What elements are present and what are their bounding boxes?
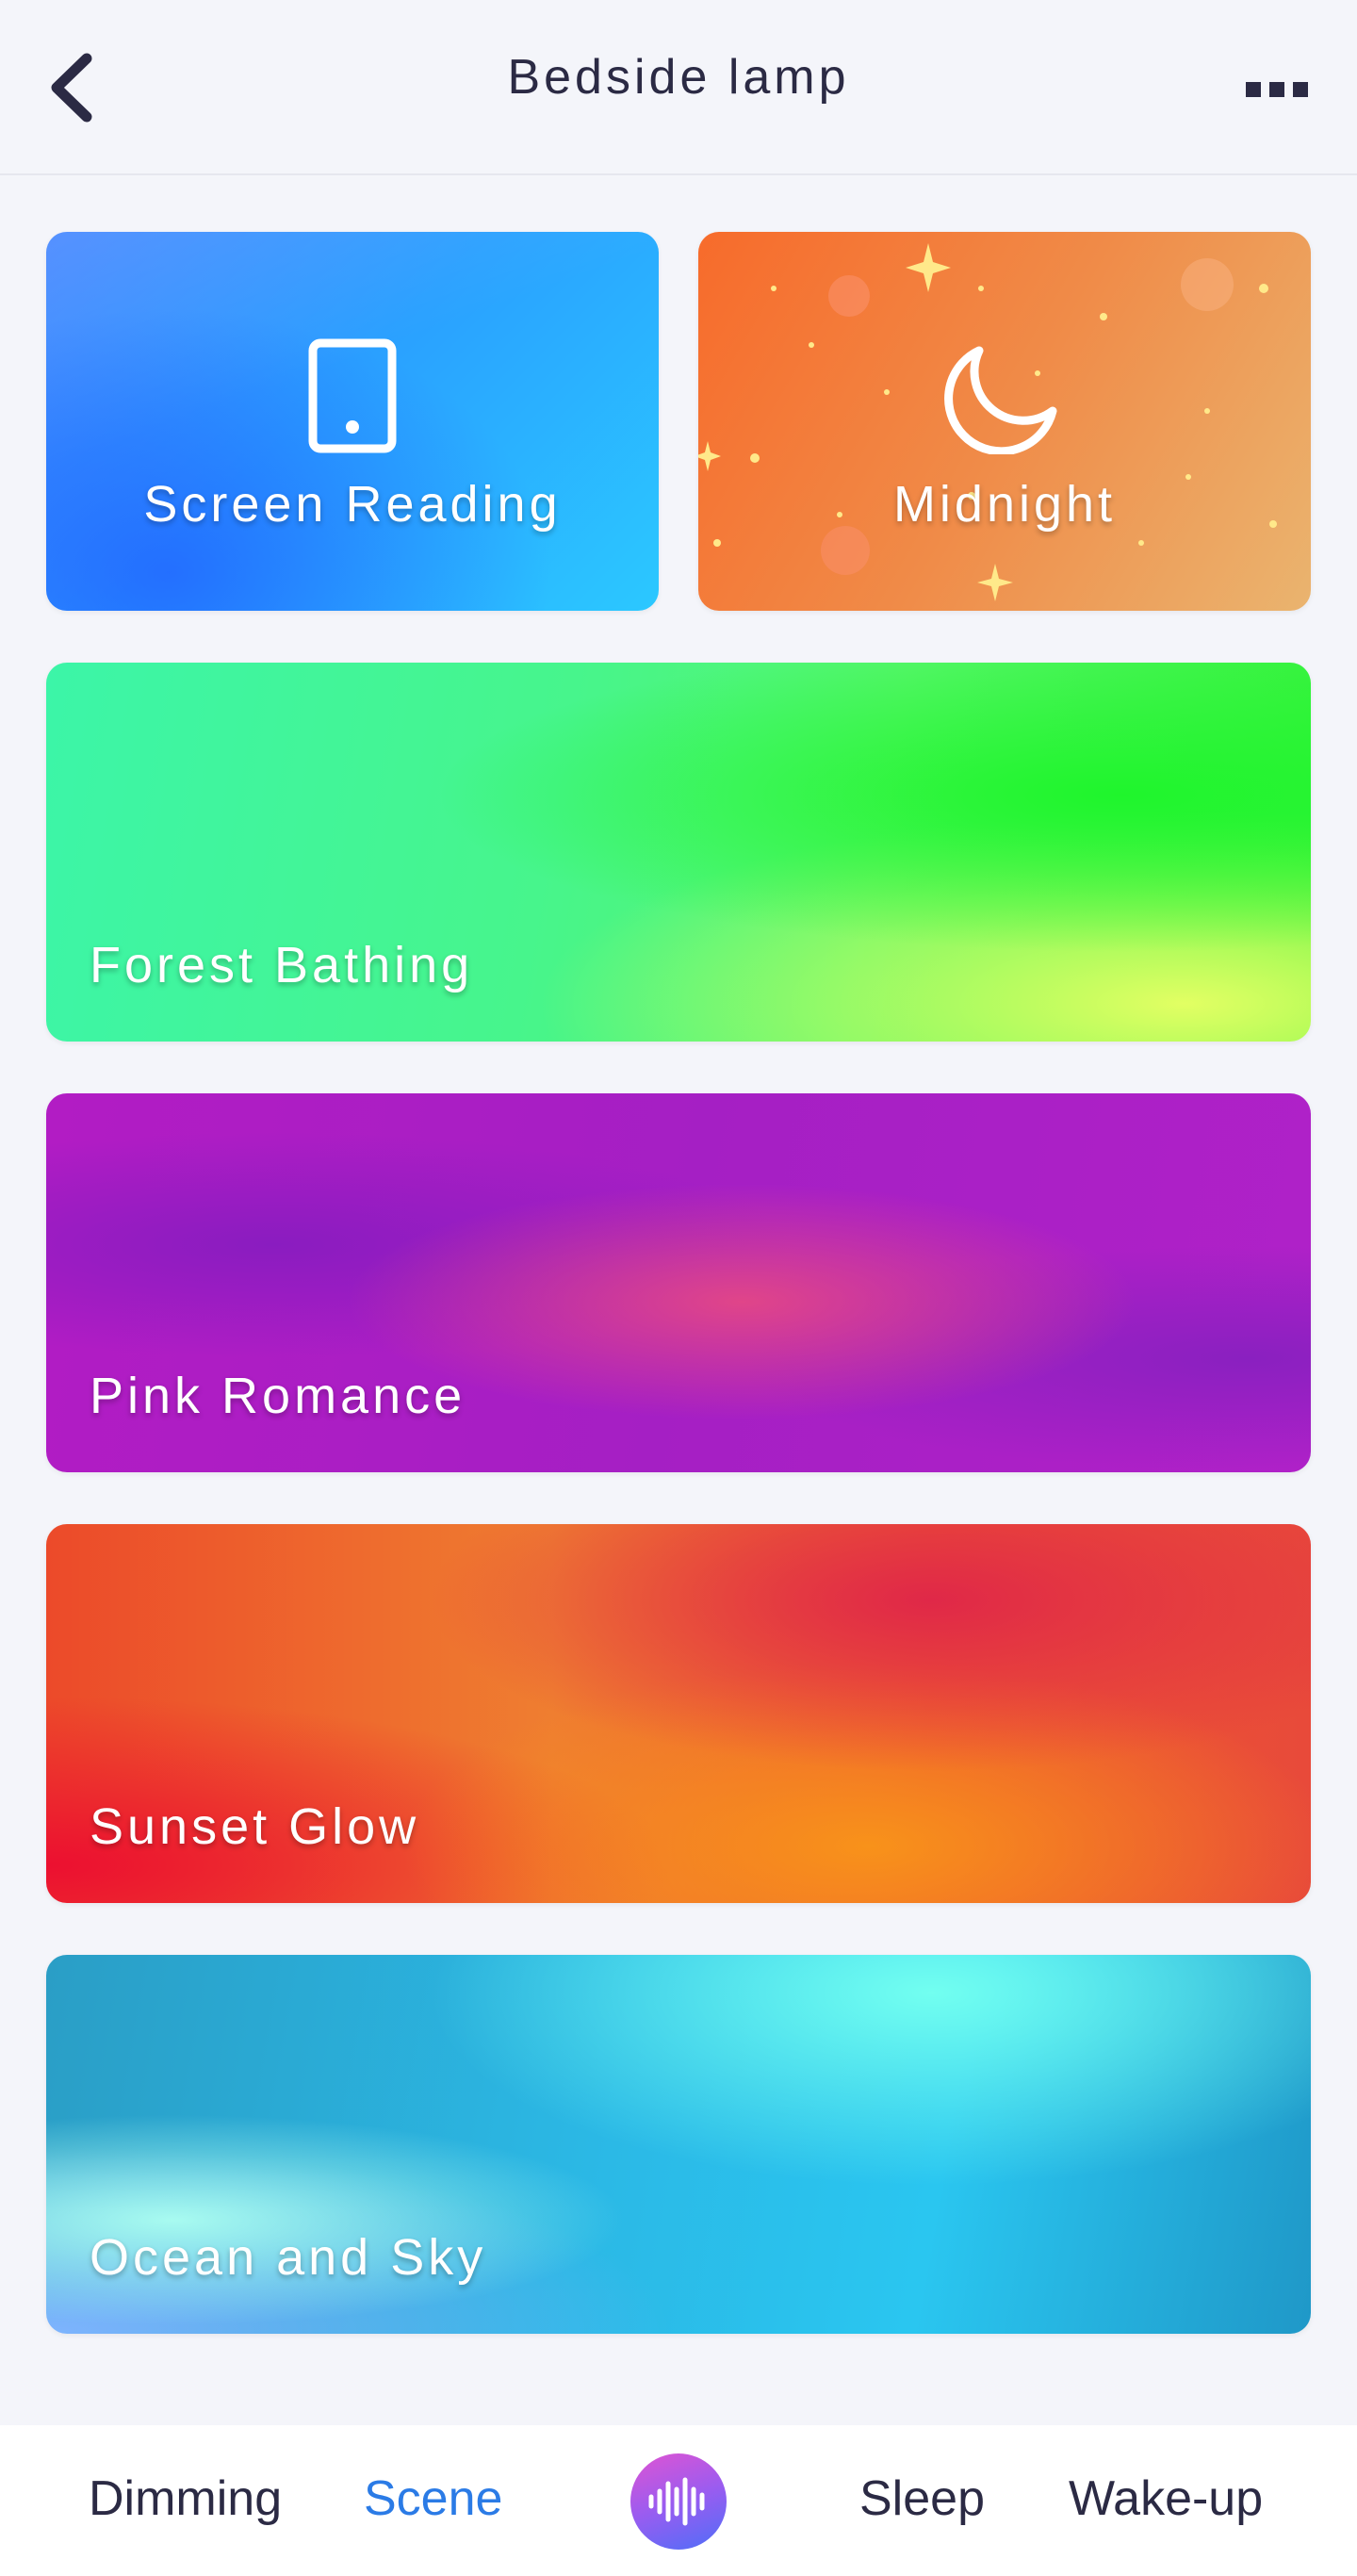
scene-label: Screen Reading (143, 476, 562, 533)
nav-item-sleep[interactable]: Sleep (859, 2470, 985, 2527)
scene-card-screen-reading[interactable]: Screen Reading (46, 232, 659, 611)
tablet-icon (308, 338, 397, 453)
scene-card-pink-romance[interactable]: Pink Romance (46, 1093, 1311, 1472)
moon-icon (944, 346, 1057, 454)
nav-item-scene[interactable]: Scene (364, 2470, 502, 2527)
page-title: Bedside lamp (507, 50, 850, 105)
bottom-nav: Dimming Scene Sleep Wake-up (0, 2425, 1357, 2576)
nav-item-wake-up[interactable]: Wake-up (1069, 2470, 1263, 2527)
scene-label: Ocean and Sky (90, 2229, 487, 2286)
scene-card-sunset-glow[interactable]: Sunset Glow (46, 1524, 1311, 1903)
scene-card-forest-bathing[interactable]: Forest Bathing (46, 663, 1311, 1042)
more-horizontal-icon (1246, 82, 1308, 97)
sound-wave-icon (648, 2477, 705, 2526)
scene-label: Pink Romance (90, 1368, 466, 1424)
header-bar: Bedside lamp (0, 0, 1357, 175)
nav-item-dimming[interactable]: Dimming (89, 2470, 282, 2527)
more-button[interactable] (1234, 57, 1319, 123)
music-mode-button[interactable] (630, 2453, 727, 2550)
scene-card-ocean-and-sky[interactable]: Ocean and Sky (46, 1955, 1311, 2334)
scene-label: Midnight (892, 476, 1117, 533)
scene-label: Forest Bathing (90, 937, 474, 993)
scene-label: Sunset Glow (90, 1798, 420, 1855)
scene-card-midnight[interactable]: Midnight (698, 232, 1311, 611)
